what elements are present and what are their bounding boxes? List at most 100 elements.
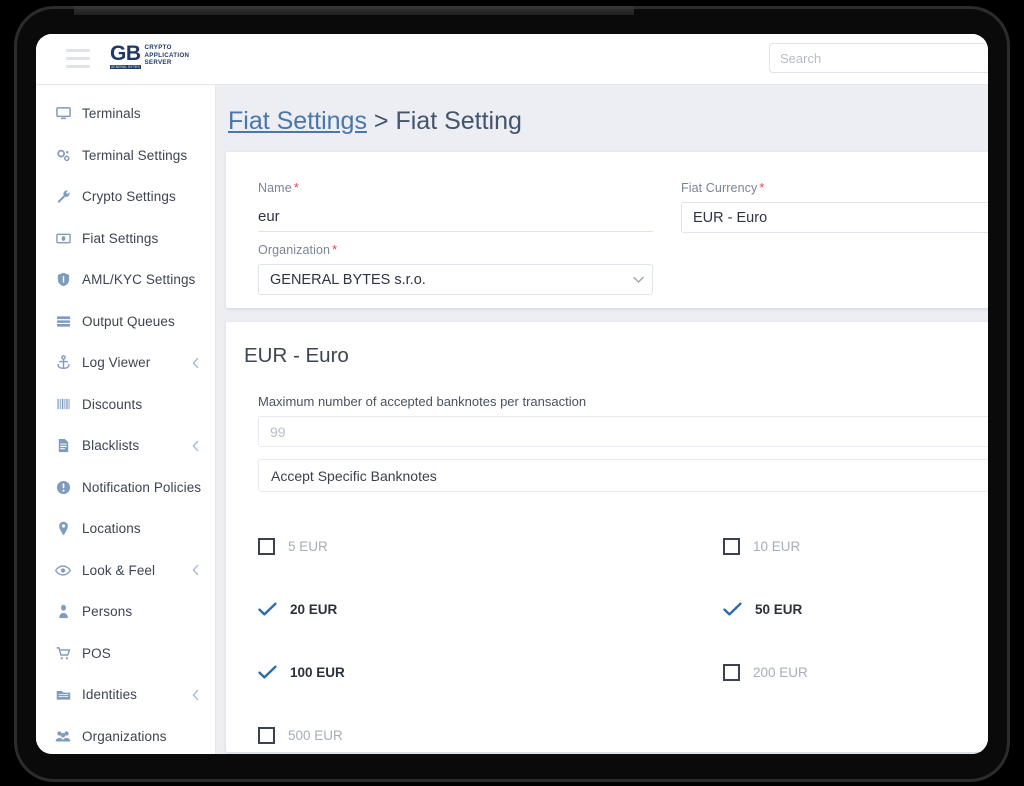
sidebar-item-label: Identities [82, 687, 137, 702]
max-banknotes-input[interactable] [258, 416, 988, 447]
sidebar-item-label: Crypto Settings [82, 189, 176, 204]
sidebar-item-pos[interactable]: POS [36, 633, 215, 675]
breadcrumb-separator: > [374, 107, 389, 135]
organization-field-group: Organization* GENERAL BYTES s.r.o. [258, 242, 653, 295]
sidebar-item-label: Terminal Settings [82, 148, 187, 163]
banknote-option[interactable]: 20 EUR [258, 587, 723, 631]
sidebar-item-look-feel[interactable]: Look & Feel [36, 550, 215, 592]
search-input[interactable] [769, 43, 988, 73]
checkmark-icon [723, 602, 742, 617]
hamburger-menu-icon[interactable] [66, 49, 90, 69]
alert-icon [53, 480, 73, 495]
banknote-option[interactable]: 200 EUR [723, 650, 988, 694]
sidebar-item-label: Fiat Settings [82, 231, 158, 246]
checkbox-unchecked-icon[interactable] [723, 664, 740, 681]
banknote-icon [53, 231, 73, 246]
organization-selected-value: GENERAL BYTES s.r.o. [270, 272, 426, 288]
sidebar-item-locations[interactable]: Locations [36, 508, 215, 550]
fiat-currency-field-label: Fiat Currency* [681, 180, 988, 195]
banknote-option-label: 10 EUR [753, 539, 800, 554]
chevron-left-icon[interactable] [192, 689, 199, 700]
barcode-icon [53, 397, 73, 412]
checkbox-unchecked-icon[interactable] [723, 538, 740, 555]
organization-select[interactable]: GENERAL BYTES s.r.o. [258, 264, 653, 295]
eye-icon [53, 563, 73, 578]
search-area [769, 43, 988, 73]
organization-field-label: Organization* [258, 242, 653, 257]
device-screen: GB GENERAL BYTES CRYPTO APPLICATION SERV… [36, 34, 988, 754]
banknotes-card: EUR - Euro Maximum number of accepted ba… [226, 322, 988, 752]
queue-icon [53, 314, 73, 329]
tablet-device-frame: GB GENERAL BYTES CRYPTO APPLICATION SERV… [14, 6, 1010, 782]
sidebar-item-persons[interactable]: Persons [36, 591, 215, 633]
banknote-option-label: 200 EUR [753, 665, 808, 680]
fiat-setting-form-card: Name* Organization* GENERAL BYTES s.r.o. [226, 152, 988, 308]
breadcrumb: Fiat Settings > Fiat Setting [216, 85, 988, 152]
sidebar-item-organizations[interactable]: Organizations [36, 716, 215, 755]
name-input[interactable] [258, 202, 653, 232]
sidebar-item-fiat-settings[interactable]: Fiat Settings [36, 218, 215, 260]
chevron-left-icon[interactable] [192, 565, 199, 576]
hamburger-line [66, 49, 90, 52]
breadcrumb-parent-link[interactable]: Fiat Settings [228, 107, 367, 135]
banknote-option[interactable]: 500 EUR [258, 713, 723, 754]
chevron-left-icon[interactable] [192, 440, 199, 451]
sidebar-item-label: Log Viewer [82, 355, 150, 370]
checkbox-unchecked-icon[interactable] [258, 538, 275, 555]
person-icon [53, 604, 73, 619]
sidebar-item-output-queues[interactable]: Output Queues [36, 301, 215, 343]
sidebar-item-label: Look & Feel [82, 563, 155, 578]
sidebar-item-label: AML/KYC Settings [82, 272, 195, 287]
sidebar-navigation: Terminals Terminal Settings Crypto Setting… [36, 85, 216, 754]
sidebar-item-discounts[interactable]: Discounts [36, 384, 215, 426]
banknote-option-label: 500 EUR [288, 728, 343, 743]
sidebar-item-label: Discounts [82, 397, 142, 412]
logo-line-3: SERVER [145, 59, 190, 67]
logo-line-2: APPLICATION [145, 52, 190, 60]
sidebar-item-label: Persons [82, 604, 132, 619]
max-banknotes-label: Maximum number of accepted banknotes per… [226, 394, 988, 409]
organization-label-text: Organization [258, 243, 330, 257]
sidebar-item-label: Terminals [82, 106, 141, 121]
banknote-option[interactable]: 5 EUR [258, 524, 723, 568]
logo-wordmark: CRYPTO APPLICATION SERVER [145, 43, 190, 67]
sidebar-item-label: Blacklists [82, 438, 139, 453]
logo-line-1: CRYPTO [145, 44, 190, 52]
sidebar-item-label: Locations [82, 521, 141, 536]
sidebar-item-label: POS [82, 646, 111, 661]
required-asterisk: * [332, 242, 337, 257]
sidebar-item-crypto-settings[interactable]: Crypto Settings [36, 176, 215, 218]
banknote-option[interactable]: 100 EUR [258, 650, 723, 694]
checkmark-icon [258, 665, 277, 680]
hamburger-line [66, 57, 90, 60]
fiat-currency-field-group: Fiat Currency* EUR - Euro [681, 180, 988, 233]
chevron-left-icon[interactable] [192, 357, 199, 368]
sidebar-item-label: Organizations [82, 729, 167, 744]
monitor-icon [53, 106, 73, 121]
sidebar-item-notification-policies[interactable]: Notification Policies [36, 467, 215, 509]
checkmark-icon [258, 602, 277, 617]
required-asterisk: * [294, 180, 299, 195]
app-logo[interactable]: GB GENERAL BYTES CRYPTO APPLICATION SERV… [110, 43, 189, 69]
gears-icon [53, 148, 73, 163]
fiat-currency-select[interactable]: EUR - Euro [681, 202, 988, 233]
name-field-group: Name* [258, 180, 653, 232]
sidebar-item-log-viewer[interactable]: Log Viewer [36, 342, 215, 384]
banknote-option[interactable]: 50 EUR [723, 587, 988, 631]
banknote-option[interactable]: 10 EUR [723, 524, 988, 568]
sidebar-item-identities[interactable]: Identities [36, 674, 215, 716]
sidebar-item-terminals[interactable]: Terminals [36, 93, 215, 135]
main-body: Terminals Terminal Settings Crypto Setting… [36, 85, 988, 754]
fiat-currency-label-text: Fiat Currency [681, 181, 757, 195]
sidebar-item-aml-kyc-settings[interactable]: AML/KYC Settings [36, 259, 215, 301]
accept-specific-banknotes-select[interactable]: Accept Specific Banknotes [258, 459, 988, 492]
sidebar-item-blacklists[interactable]: Blacklists [36, 425, 215, 467]
wrench-icon [53, 189, 73, 204]
top-bar: GB GENERAL BYTES CRYPTO APPLICATION SERV… [36, 34, 988, 85]
logo-mark: GB [110, 43, 141, 64]
checkbox-unchecked-icon[interactable] [258, 727, 275, 744]
folder-icon [53, 687, 73, 702]
banknote-option-label: 5 EUR [288, 539, 328, 554]
sidebar-item-label: Output Queues [82, 314, 175, 329]
sidebar-item-terminal-settings[interactable]: Terminal Settings [36, 135, 215, 177]
